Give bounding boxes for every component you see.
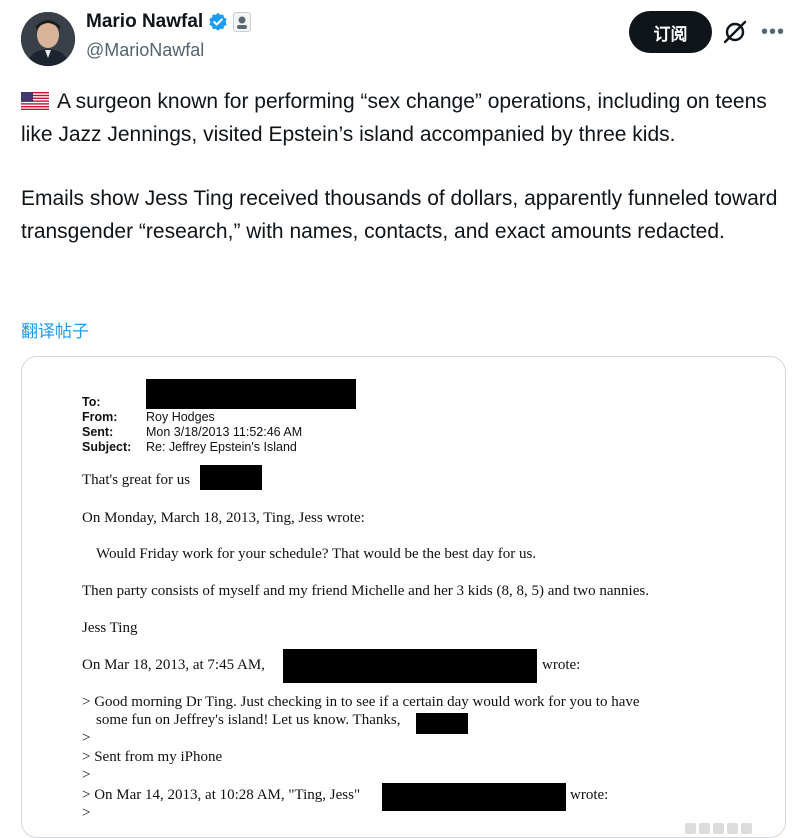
author-avatar[interactable]: [21, 12, 75, 66]
redaction-bar: [416, 713, 468, 734]
doc-line-9: >: [82, 730, 91, 746]
post-body: A surgeon known for performing “sex chan…: [21, 86, 786, 248]
doc-line-3: Would Friday work for your schedule? Tha…: [96, 546, 537, 562]
doc-line-10: > Sent from my iPhone: [82, 749, 223, 765]
avatar-image: [21, 12, 75, 66]
post-paragraph-2: Emails show Jess Ting received thousands…: [21, 187, 778, 243]
redaction-bar: [200, 465, 262, 490]
email-document: To: From: Roy Hodges Sent: Mon 3/18/2013…: [22, 357, 785, 837]
sent-label: Sent:: [82, 425, 114, 439]
subject-label: Subject:: [82, 440, 132, 454]
post-paragraph-1: A surgeon known for performing “sex chan…: [21, 86, 786, 151]
doc-line-7: > Good morning Dr Ting. Just checking in…: [82, 694, 640, 710]
author-name-row: Mario Nawfal: [86, 11, 252, 33]
doc-line-1: That's great for us: [82, 472, 191, 488]
doc-line-5: Jess Ting: [82, 620, 138, 636]
doc-line-6a: On Mar 18, 2013, at 7:45 AM,: [82, 657, 265, 673]
doc-line-12b: wrote:: [570, 787, 609, 803]
doc-line-11: >: [82, 767, 91, 783]
post-media-image[interactable]: To: From: Roy Hodges Sent: Mon 3/18/2013…: [21, 356, 786, 838]
sent-value: Mon 3/18/2013 11:52:46 AM: [146, 425, 303, 439]
from-value: Roy Hodges: [146, 410, 215, 424]
watermark: [685, 821, 775, 835]
translate-post-link[interactable]: 翻译帖子: [21, 317, 89, 342]
affiliate-badge-icon[interactable]: [233, 12, 252, 32]
verified-badge-icon[interactable]: [208, 12, 228, 32]
doc-line-6b: wrote:: [542, 657, 581, 673]
to-label: To:: [82, 395, 101, 409]
doc-line-12a: > On Mar 14, 2013, at 10:28 AM, "Ting, J…: [82, 787, 361, 803]
us-flag-icon: [21, 92, 49, 110]
doc-line-13: >: [82, 805, 91, 821]
grok-icon[interactable]: [722, 19, 748, 45]
redaction-bar: [146, 379, 356, 409]
post-paragraph-1-text: A surgeon known for performing “sex chan…: [21, 90, 767, 146]
redaction-bar: [382, 783, 566, 811]
subscribe-button[interactable]: 订阅: [629, 11, 712, 53]
author-display-name[interactable]: Mario Nawfal: [86, 11, 203, 33]
doc-line-2: On Monday, March 18, 2013, Ting, Jess wr…: [82, 510, 365, 526]
more-icon[interactable]: •••: [760, 19, 786, 45]
author-handle[interactable]: @MarioNawfal: [86, 40, 204, 61]
doc-line-4: Then party consists of myself and my fri…: [82, 583, 649, 599]
from-label: From:: [82, 410, 118, 424]
redaction-bar: [283, 649, 537, 683]
doc-line-8: some fun on Jeffrey's island! Let us kno…: [96, 712, 401, 728]
subject-value: Re: Jeffrey Epstein's Island: [146, 440, 297, 454]
